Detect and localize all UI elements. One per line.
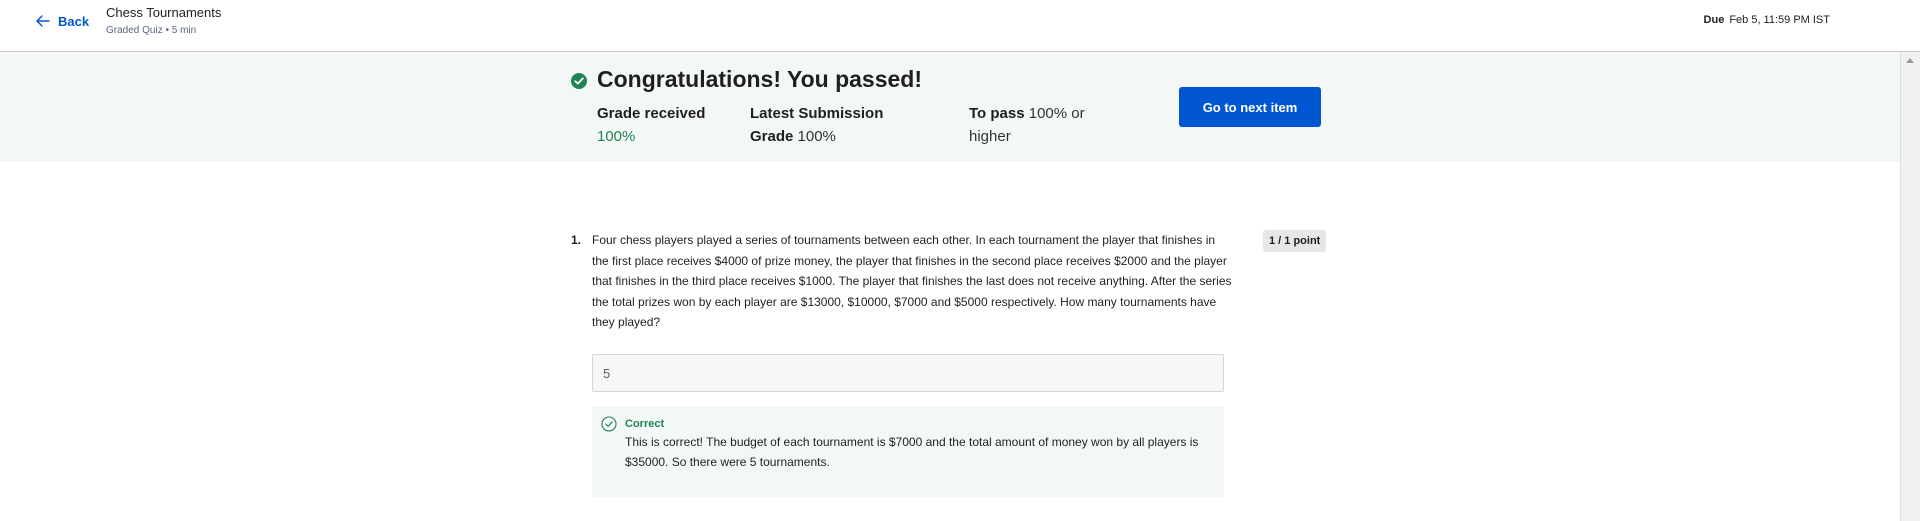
answer-input[interactable]: 5	[592, 354, 1224, 392]
points-badge: 1 / 1 point	[1263, 230, 1327, 252]
latest-submission-value: 100%	[797, 128, 836, 145]
question-text: Four chess players played a series of to…	[592, 233, 1232, 329]
quiz-meta: Graded Quiz • 5 min	[106, 25, 197, 36]
latest-submission-grade: Latest Submission Grade 100%	[750, 102, 910, 148]
grade-received-value: 100%	[597, 128, 636, 145]
check-circle-outline-icon	[601, 416, 617, 432]
due-value: Feb 5, 11:59 PM IST	[1729, 14, 1830, 26]
pass-banner: Congratulations! You passed! Grade recei…	[0, 52, 1900, 162]
vertical-scrollbar[interactable]	[1900, 52, 1920, 521]
quiz-title: Chess Tournaments	[106, 5, 222, 20]
to-pass: To pass 100% or higher	[969, 102, 1109, 148]
scroll-up-arrow-icon[interactable]	[1906, 58, 1914, 63]
question-number: 1.	[571, 233, 582, 247]
check-circle-filled-icon	[571, 73, 587, 89]
due-date: Due Feb 5, 11:59 PM IST	[1704, 14, 1830, 26]
quiz-title-block: Chess Tournaments Graded Quiz • 5 min	[106, 5, 221, 38]
arrow-left-icon	[36, 15, 50, 27]
grade-received-label: Grade received	[597, 105, 706, 122]
back-label: Back	[58, 13, 90, 29]
grade-received: Grade received 100%	[597, 102, 707, 148]
due-label: Due	[1703, 14, 1725, 26]
feedback-box: Correct This is correct! The budget of e…	[592, 406, 1224, 497]
go-to-next-item-button[interactable]: Go to next item	[1179, 87, 1321, 127]
feedback-title: Correct	[625, 418, 665, 430]
to-pass-label: To pass	[969, 105, 1025, 122]
banner-title: Congratulations! You passed!	[597, 66, 923, 92]
back-button[interactable]: Back	[34, 11, 89, 31]
feedback-text: This is correct! The budget of each tour…	[625, 435, 1199, 469]
top-header: Back Chess Tournaments Graded Quiz • 5 m…	[0, 0, 1920, 52]
